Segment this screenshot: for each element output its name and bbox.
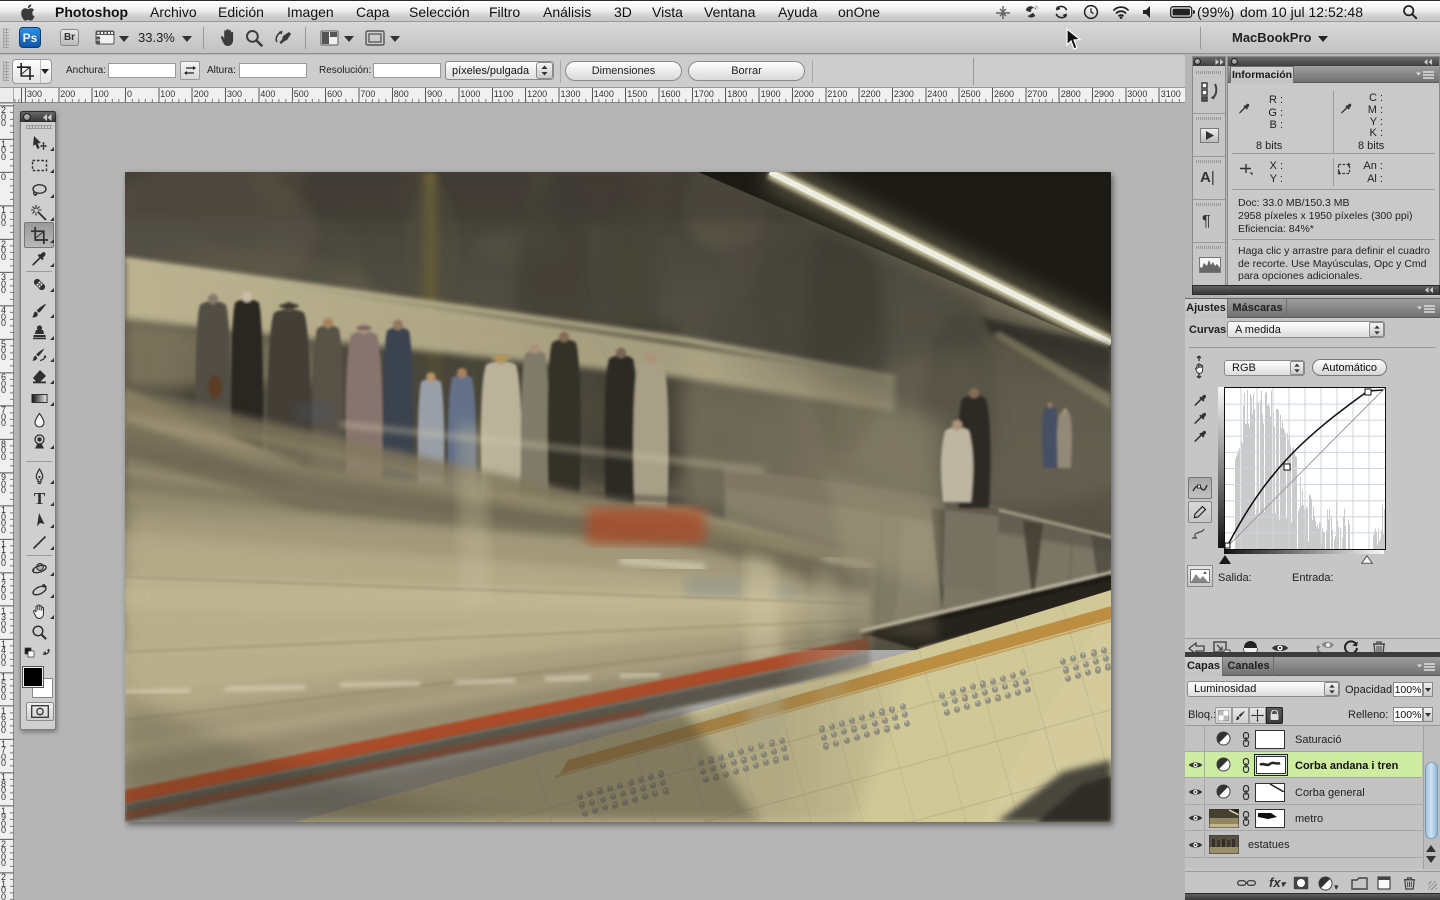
- svg-text:T: T: [34, 490, 46, 507]
